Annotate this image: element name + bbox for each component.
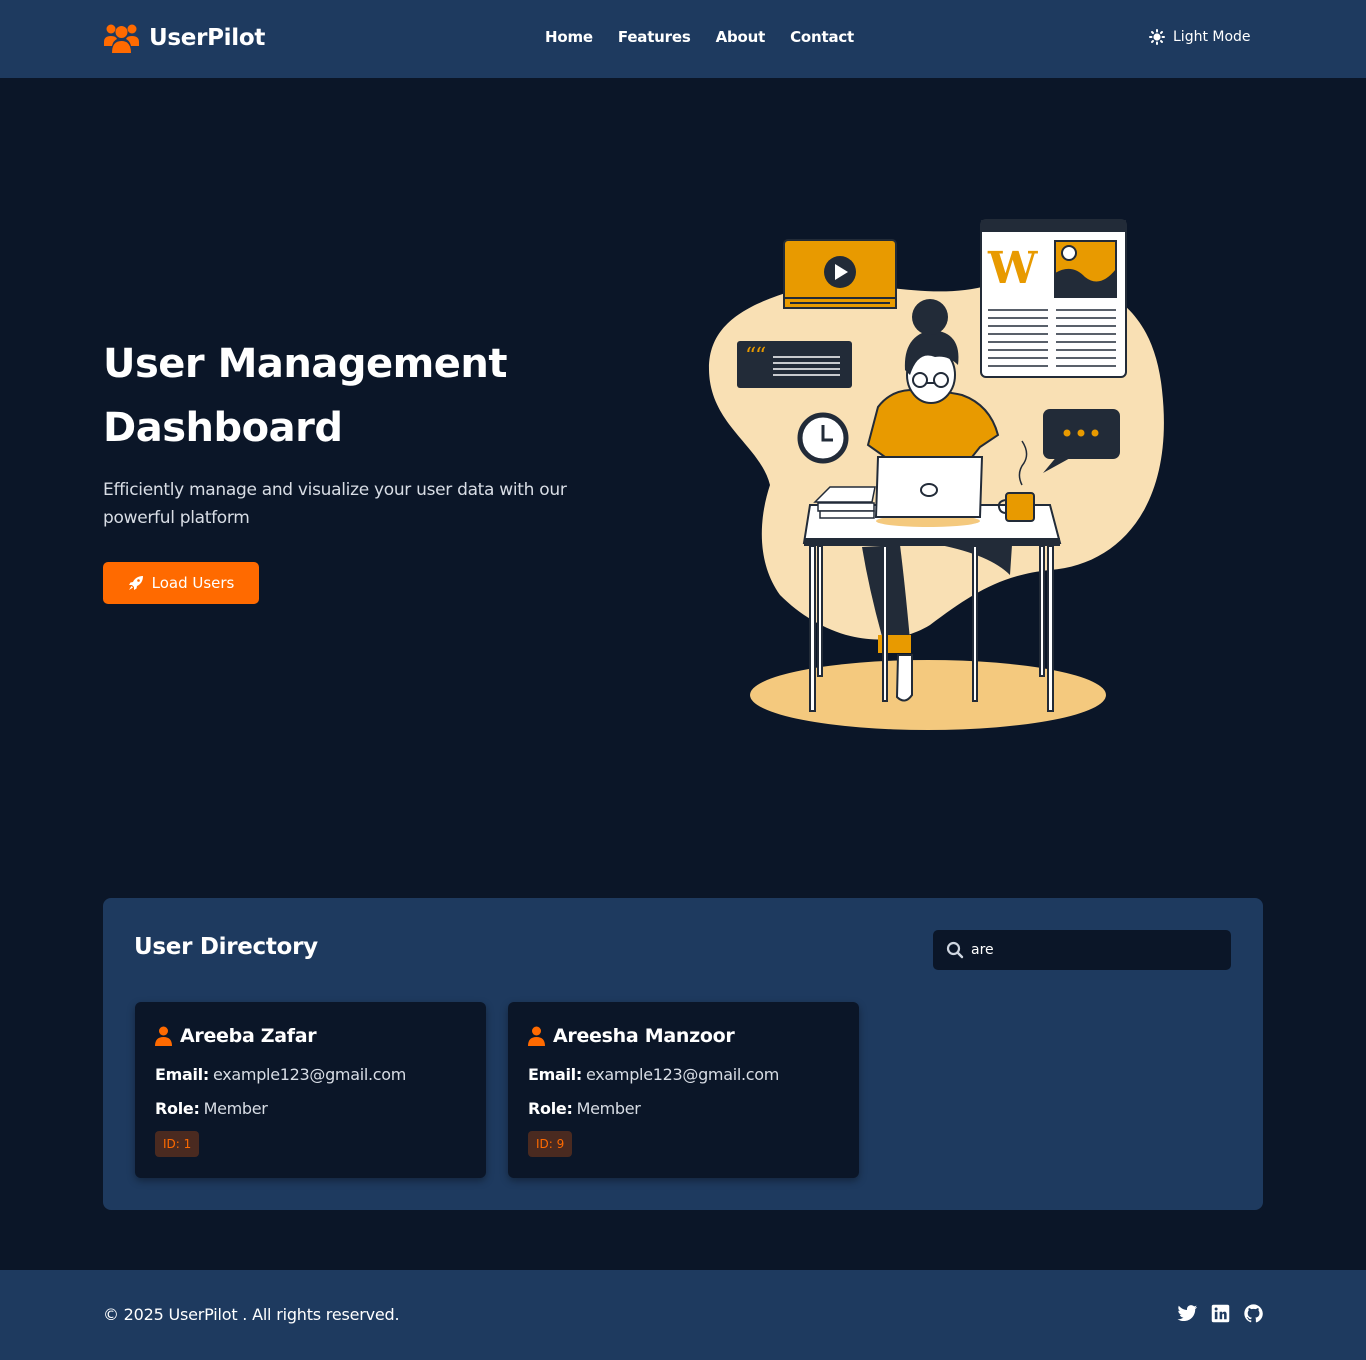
search-box[interactable] xyxy=(933,930,1231,970)
search-input[interactable] xyxy=(971,930,1221,970)
linkedin-icon[interactable] xyxy=(1210,1303,1231,1324)
search-icon xyxy=(946,941,964,959)
github-icon[interactable] xyxy=(1243,1303,1264,1324)
user-card[interactable]: Areeba Zafar Email: example123@gmail.com … xyxy=(135,1002,486,1178)
user-role-row: Role: Member xyxy=(155,1099,268,1118)
main-nav: Home Features About Contact xyxy=(545,28,879,46)
nav-link-about[interactable]: About xyxy=(716,28,766,46)
brand-name: UserPilot xyxy=(149,25,266,51)
user-role: Member xyxy=(203,1099,268,1118)
user-name: Areesha Manzoor xyxy=(553,1025,735,1047)
hero-title: User Management Dashboard xyxy=(103,341,508,451)
user-role-row: Role: Member xyxy=(528,1099,641,1118)
user-email-row: Email: example123@gmail.com xyxy=(528,1065,779,1084)
woman-at-desk-illustration: W “ “ xyxy=(708,219,1164,730)
sun-icon xyxy=(1149,29,1165,45)
user-email: example123@gmail.com xyxy=(212,1065,407,1084)
copyright-text: © 2025 UserPilot . All rights reserved. xyxy=(103,1305,400,1324)
email-label: Email: xyxy=(155,1065,209,1084)
video-card-illustration xyxy=(783,239,897,309)
light-mode-toggle[interactable]: Light Mode xyxy=(1149,29,1251,45)
clock-illustration xyxy=(797,412,849,464)
svg-text:W: W xyxy=(987,243,1038,294)
load-users-button[interactable]: Load Users xyxy=(103,562,259,604)
brand-logo[interactable]: UserPilot xyxy=(103,22,265,54)
nav-link-features[interactable]: Features xyxy=(618,28,691,46)
load-users-label: Load Users xyxy=(151,574,235,592)
user-name: Areeba Zafar xyxy=(180,1025,317,1047)
hero-subtitle: Efficiently manage and visualize your us… xyxy=(103,480,567,528)
role-label: Role: xyxy=(155,1099,200,1118)
footer: © 2025 UserPilot . All rights reserved. xyxy=(0,1270,1366,1360)
twitter-icon[interactable] xyxy=(1177,1303,1198,1324)
email-label: Email: xyxy=(528,1065,582,1084)
user-email-row: Email: example123@gmail.com xyxy=(155,1065,406,1084)
role-label: Role: xyxy=(528,1099,573,1118)
quote-card-illustration: “ “ xyxy=(737,341,852,388)
user-name-row: Areesha Manzoor xyxy=(528,1025,735,1047)
user-icon xyxy=(528,1026,545,1046)
social-links xyxy=(1177,1303,1276,1324)
rocket-icon xyxy=(128,576,143,590)
user-icon xyxy=(155,1026,172,1046)
user-email: example123@gmail.com xyxy=(585,1065,780,1084)
user-name-row: Areeba Zafar xyxy=(155,1025,317,1047)
directory-title: User Directory xyxy=(134,934,318,960)
svg-text:“: “ xyxy=(755,344,766,369)
user-role: Member xyxy=(576,1099,641,1118)
nav-link-home[interactable]: Home xyxy=(545,28,593,46)
user-directory-panel: User Directory Areeba Zafar Email:exampl… xyxy=(103,898,1263,1210)
nav-link-contact[interactable]: Contact xyxy=(790,28,854,46)
newspaper-illustration: W xyxy=(980,219,1127,378)
user-id-badge: ID: 9 xyxy=(528,1131,573,1157)
navbar: UserPilot Home Features About Contact Li… xyxy=(0,0,1366,78)
user-id-badge: ID: 1 xyxy=(155,1131,200,1157)
user-card[interactable]: Areesha Manzoor Email: example123@gmail.c… xyxy=(508,1002,859,1178)
laptop-illustration xyxy=(874,456,984,527)
users-icon xyxy=(104,24,139,53)
mode-toggle-label: Light Mode xyxy=(1173,29,1251,45)
